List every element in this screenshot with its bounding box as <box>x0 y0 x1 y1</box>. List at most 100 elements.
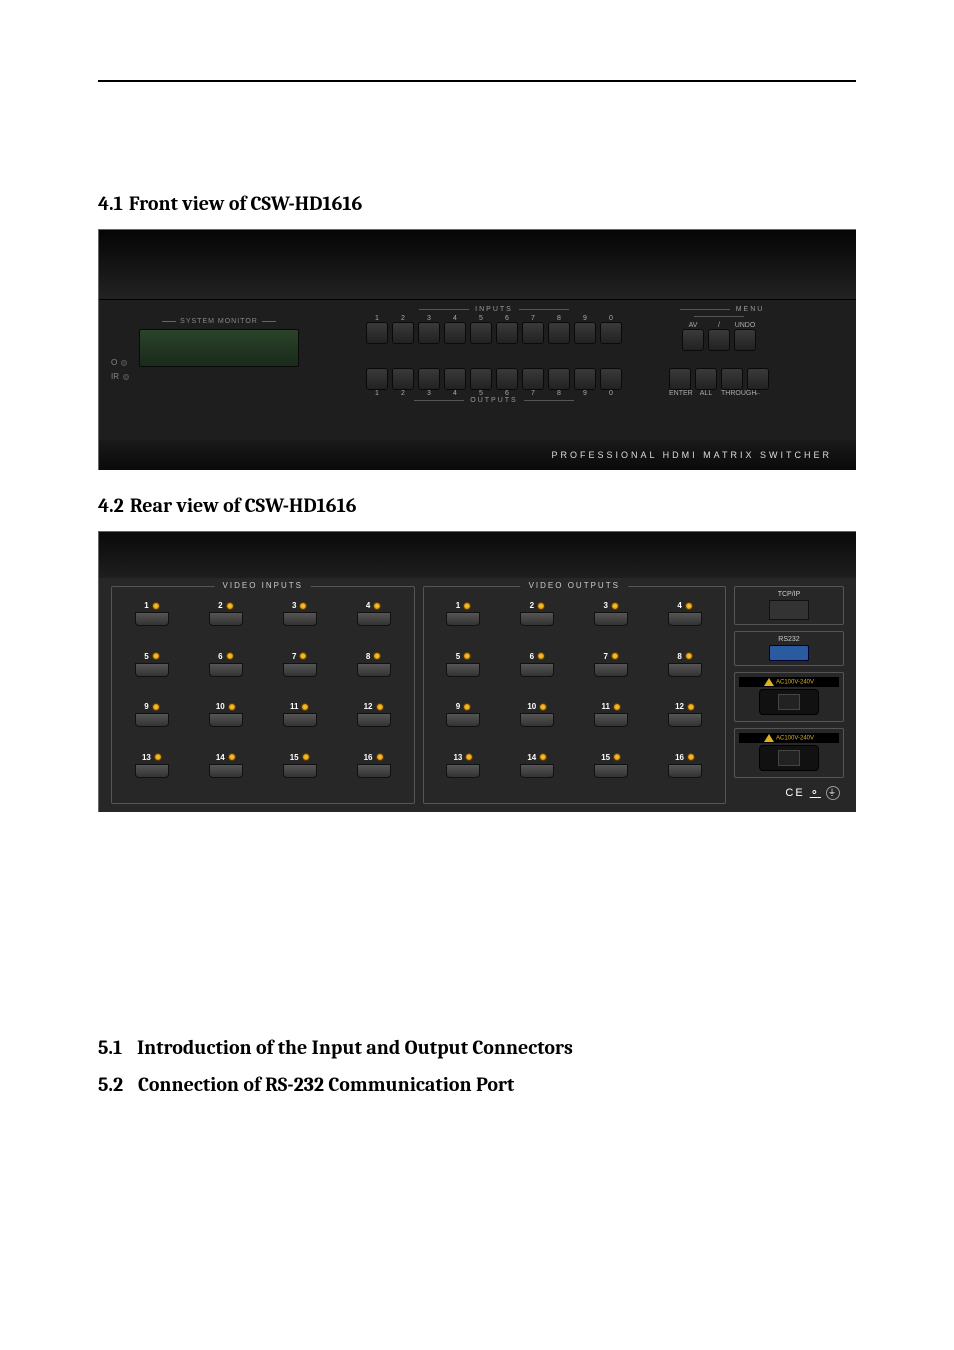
heading-5-1-num: 5.1 <box>98 1036 122 1059</box>
heading-5-1: 5.1 Introduction of the Input and Output… <box>98 1036 856 1059</box>
keypad-button[interactable] <box>669 368 691 390</box>
port-led-icon <box>463 652 471 660</box>
keypad-button[interactable] <box>470 322 492 344</box>
ground-icon: ⏚ <box>826 786 840 800</box>
keypad-button[interactable] <box>444 322 466 344</box>
hdmi-connector-icon <box>446 663 480 677</box>
hdmi-connector-icon <box>357 612 391 626</box>
keypad-button[interactable] <box>682 329 704 351</box>
keypad-button[interactable] <box>721 368 743 390</box>
keypad-button[interactable] <box>496 368 518 390</box>
port-number: 6 <box>530 652 534 661</box>
port-number: 15 <box>290 753 299 762</box>
port-number: 16 <box>675 753 684 762</box>
port-led-icon <box>611 652 619 660</box>
port-led-icon <box>152 652 160 660</box>
keypad-button[interactable] <box>708 329 730 351</box>
keypad-button[interactable] <box>548 368 570 390</box>
o-led-icon <box>121 360 127 366</box>
keypad-button[interactable] <box>522 368 544 390</box>
keypad-button[interactable] <box>418 322 440 344</box>
o-ir-labels: O IR <box>111 356 129 384</box>
hdmi-connector-icon <box>446 713 480 727</box>
port-led-icon <box>376 753 384 761</box>
keypad-button[interactable] <box>548 322 570 344</box>
key-label: 0 <box>600 390 622 397</box>
key-label: 7 <box>522 390 544 397</box>
port-number: 9 <box>456 702 460 711</box>
keypad-button[interactable] <box>418 368 440 390</box>
ce-mark: CE <box>785 787 804 799</box>
hdmi-connector-icon <box>209 612 243 626</box>
hdmi-port: 9 <box>122 702 182 747</box>
hdmi-port: 10 <box>196 702 256 747</box>
port-led-icon <box>152 602 160 610</box>
keypad-button[interactable] <box>574 368 596 390</box>
figure-front-view: O IR SYSTEM MONITOR INPUTS 1234567890 12… <box>98 229 856 470</box>
keypad-button[interactable] <box>600 368 622 390</box>
rear-device-body: VIDEO INPUTS 12345678910111213141516 VID… <box>99 578 856 812</box>
hdmi-port: 15 <box>270 753 330 798</box>
hdmi-connector-icon <box>283 764 317 778</box>
key-label: / <box>708 322 730 329</box>
front-footer-text: PROFESSIONAL HDMI MATRIX SWITCHER <box>99 440 856 470</box>
inputs-btn-row <box>349 322 639 344</box>
port-number: 11 <box>601 702 609 711</box>
key-label: 9 <box>574 315 596 322</box>
keypad-button[interactable] <box>574 322 596 344</box>
key-label: 2 <box>392 315 414 322</box>
hdmi-port: 2 <box>507 601 567 646</box>
hdmi-port: 6 <box>196 652 256 697</box>
inputs-label: INPUTS <box>349 306 639 313</box>
video-outputs-panel: VIDEO OUTPUTS 12345678910111213141516 <box>423 586 727 804</box>
keypad-button[interactable] <box>496 322 518 344</box>
keypad-button[interactable] <box>444 368 466 390</box>
ac-box-2: AC100V-240V <box>734 728 844 778</box>
hdmi-port: 5 <box>122 652 182 697</box>
tcpip-box: TCP/IP <box>734 586 844 625</box>
hdmi-connector-icon <box>357 764 391 778</box>
keypad-button[interactable] <box>600 322 622 344</box>
ac-plug-icon <box>759 689 819 715</box>
keypad-button[interactable] <box>747 368 769 390</box>
keypad-button[interactable] <box>392 322 414 344</box>
port-number: 7 <box>292 652 296 661</box>
o-label: O <box>111 358 117 367</box>
key-label: AV <box>682 322 704 329</box>
port-number: 1 <box>144 601 148 610</box>
rear-device: VIDEO INPUTS 12345678910111213141516 VID… <box>99 532 856 812</box>
keypad-button[interactable] <box>366 368 388 390</box>
hdmi-connector-icon <box>594 612 628 626</box>
video-outputs-label: VIDEO OUTPUTS <box>521 581 628 590</box>
outputs-section: 1234567890 OUTPUTS <box>349 368 639 406</box>
heading-4-1-num: 4.1 <box>98 192 123 215</box>
hdmi-port: 4 <box>344 601 404 646</box>
hdmi-connector-icon <box>283 713 317 727</box>
key-label: 7 <box>522 315 544 322</box>
keypad-button[interactable] <box>366 322 388 344</box>
key-label: THROUGH <box>721 390 743 397</box>
keypad-button[interactable] <box>522 322 544 344</box>
heading-4-2-title: Rear view of CSW-HD1616 <box>130 494 357 517</box>
port-number: 12 <box>675 702 684 711</box>
port-led-icon <box>685 652 693 660</box>
port-number: 3 <box>603 601 607 610</box>
port-number: 7 <box>603 652 607 661</box>
hdmi-port: 8 <box>344 652 404 697</box>
port-led-icon <box>687 753 695 761</box>
keypad-button[interactable] <box>470 368 492 390</box>
key-label: 6 <box>496 315 518 322</box>
keypad-button[interactable] <box>392 368 414 390</box>
key-label: 3 <box>418 315 440 322</box>
keypad-button[interactable] <box>734 329 756 351</box>
tcpip-label: TCP/IP <box>739 591 839 598</box>
port-led-icon <box>226 602 234 610</box>
hdmi-port: 6 <box>507 652 567 697</box>
front-device: O IR SYSTEM MONITOR INPUTS 1234567890 12… <box>99 230 856 470</box>
port-led-icon <box>299 652 307 660</box>
keypad-button[interactable] <box>695 368 717 390</box>
outputs-label: OUTPUTS <box>349 397 639 404</box>
hdmi-port: 11 <box>270 702 330 747</box>
hdmi-connector-icon <box>135 713 169 727</box>
port-led-icon <box>465 753 473 761</box>
